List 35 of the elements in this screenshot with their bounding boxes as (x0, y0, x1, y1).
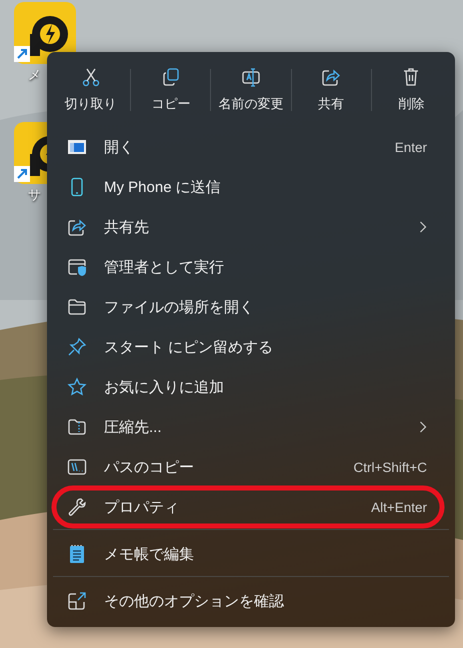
icon-label: メ (28, 67, 41, 84)
folder-icon (67, 297, 87, 317)
menu-item[interactable]: パスのコピー Ctrl+Shift+C (51, 447, 451, 487)
menu-item[interactable]: 管理者として実行 (51, 247, 451, 287)
app-icon[interactable] (14, 2, 76, 64)
external-link-icon (67, 591, 87, 611)
cut-button[interactable]: 切り取り (51, 60, 130, 118)
rename-icon (241, 66, 261, 86)
chevron-right-icon (419, 421, 427, 433)
chevron-right-icon (419, 221, 427, 233)
menu-item[interactable]: 開く Enter (51, 127, 451, 167)
copy-icon (160, 66, 181, 86)
menu-item[interactable]: プロパティ Alt+Enter (51, 487, 451, 527)
delete-button[interactable]: 削除 (372, 60, 452, 118)
shield-icon (67, 257, 87, 277)
share-button[interactable]: 共有 (292, 60, 371, 118)
menu-item[interactable]: My Phone に送信 (51, 167, 451, 207)
rename-button[interactable]: 名前の変更 (211, 60, 291, 118)
menu-item[interactable]: 圧縮先... (51, 407, 451, 447)
share-icon (67, 217, 87, 237)
menu-item[interactable]: スタート にピン留めする (51, 327, 451, 367)
window-icon (67, 137, 87, 157)
wrench-icon (67, 497, 87, 517)
copy-button[interactable]: コピー (131, 60, 210, 118)
pin-icon (67, 337, 87, 357)
icon-label: サ (28, 187, 41, 204)
zip-folder-icon (67, 417, 87, 437)
menu-item[interactable]: ファイルの場所を開く (51, 287, 451, 327)
star-icon (67, 377, 87, 397)
notepad-icon (67, 544, 87, 564)
menu-item[interactable]: メモ帳で編集 (51, 534, 451, 574)
path-icon (67, 457, 87, 477)
menu-item[interactable]: 共有先 (51, 207, 451, 247)
menu-item[interactable]: お気に入りに追加 (51, 367, 451, 407)
scissors-icon (80, 66, 101, 86)
